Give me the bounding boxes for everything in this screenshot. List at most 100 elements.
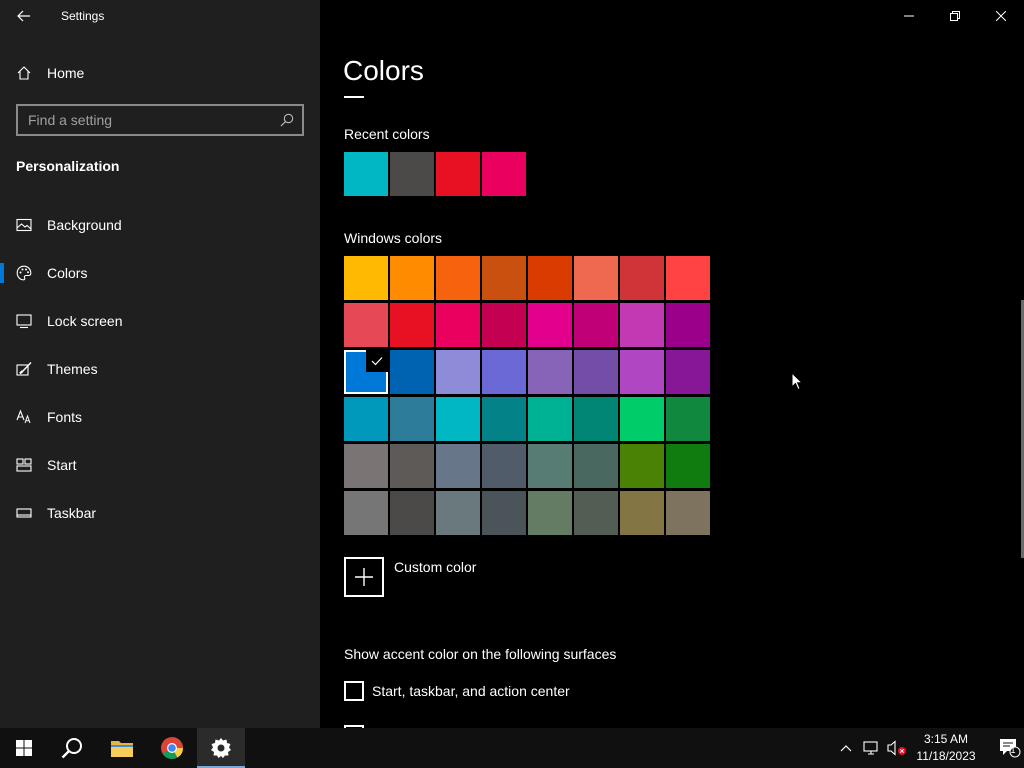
surface-option-start-taskbar[interactable]: Start, taskbar, and action center [344, 681, 570, 701]
windows-color-swatch[interactable] [436, 303, 480, 347]
restore-button[interactable] [932, 0, 978, 32]
sidebar-item-label: Lock screen [47, 313, 123, 329]
title-bar: Settings [0, 0, 320, 32]
sidebar-item-lock-screen[interactable]: Lock screen [0, 297, 320, 345]
settings-icon [211, 738, 231, 758]
sidebar-item-label: Colors [47, 265, 88, 281]
colors-page: Colors Recent colors Windows colors Cust… [320, 0, 1024, 728]
recent-color-swatch[interactable] [436, 152, 480, 196]
custom-color-label[interactable]: Custom color [394, 559, 476, 575]
search-icon[interactable] [280, 113, 294, 127]
windows-color-swatch[interactable] [390, 397, 434, 441]
windows-color-swatch[interactable] [436, 350, 480, 394]
chrome-button[interactable] [148, 728, 196, 768]
windows-color-swatch[interactable] [528, 444, 572, 488]
windows-color-swatch[interactable] [574, 444, 618, 488]
window-controls [886, 0, 1024, 32]
sidebar-item-colors[interactable]: Colors [0, 249, 320, 297]
windows-color-swatch[interactable] [390, 303, 434, 347]
windows-color-swatch[interactable] [390, 444, 434, 488]
volume-tray-button[interactable] [886, 728, 908, 768]
windows-color-swatch[interactable] [666, 491, 710, 535]
windows-color-swatch[interactable] [620, 491, 664, 535]
recent-color-swatch[interactable] [482, 152, 526, 196]
windows-color-swatch[interactable] [344, 397, 388, 441]
windows-color-swatch[interactable] [574, 491, 618, 535]
windows-color-swatch[interactable] [436, 256, 480, 300]
show-hidden-icons-button[interactable] [838, 728, 854, 768]
close-button[interactable] [978, 0, 1024, 32]
sidebar-item-taskbar[interactable]: Taskbar [0, 489, 320, 537]
windows-color-swatch[interactable] [620, 444, 664, 488]
close-icon [996, 11, 1006, 21]
windows-color-swatch[interactable] [482, 350, 526, 394]
windows-color-swatch[interactable] [620, 303, 664, 347]
windows-color-swatch[interactable] [390, 350, 434, 394]
windows-color-swatch[interactable] [390, 491, 434, 535]
clock-date: 11/18/2023 [916, 749, 976, 763]
windows-color-swatch[interactable] [666, 256, 710, 300]
windows-color-swatch[interactable] [436, 444, 480, 488]
windows-color-swatch[interactable] [344, 350, 388, 394]
windows-color-swatch[interactable] [620, 350, 664, 394]
windows-color-swatch[interactable] [344, 444, 388, 488]
windows-color-swatch[interactable] [482, 444, 526, 488]
windows-color-swatch[interactable] [482, 397, 526, 441]
recent-color-swatch[interactable] [344, 152, 388, 196]
windows-color-swatch[interactable] [344, 303, 388, 347]
windows-color-swatch[interactable] [666, 350, 710, 394]
sidebar-item-themes[interactable]: Themes [0, 345, 320, 393]
brush-icon [16, 362, 32, 376]
sidebar-item-fonts[interactable]: Fonts [0, 393, 320, 441]
windows-color-swatch[interactable] [666, 303, 710, 347]
windows-color-swatch[interactable] [574, 303, 618, 347]
search-taskbar-button[interactable] [48, 728, 96, 768]
clock-time: 3:15 AM [923, 732, 969, 746]
windows-color-swatch[interactable] [482, 491, 526, 535]
windows-color-swatch[interactable] [390, 256, 434, 300]
windows-logo-icon [16, 740, 32, 756]
back-arrow-icon [17, 10, 30, 22]
sidebar-item-label: Themes [47, 361, 98, 377]
section-title: Personalization [16, 158, 120, 174]
windows-color-swatch[interactable] [482, 256, 526, 300]
recent-color-swatch[interactable] [390, 152, 434, 196]
windows-color-swatch[interactable] [344, 491, 388, 535]
windows-color-swatch[interactable] [436, 491, 480, 535]
windows-color-swatch[interactable] [344, 256, 388, 300]
app-title: Settings [61, 9, 105, 23]
recent-colors-label: Recent colors [344, 126, 430, 142]
taskbar-clock[interactable]: 3:15 AM 11/18/2023 [912, 731, 980, 765]
windows-color-swatch[interactable] [528, 256, 572, 300]
windows-color-swatch[interactable] [482, 303, 526, 347]
windows-color-swatch[interactable] [574, 256, 618, 300]
start-button[interactable] [0, 728, 48, 768]
custom-color-button[interactable] [344, 557, 384, 597]
windows-color-swatch[interactable] [620, 397, 664, 441]
search-input[interactable] [18, 106, 302, 134]
file-explorer-button[interactable] [98, 728, 146, 768]
home-nav-item[interactable]: Home [0, 57, 320, 89]
start-taskbar-checkbox[interactable] [344, 681, 364, 701]
sidebar-item-start[interactable]: Start [0, 441, 320, 489]
search-box[interactable] [16, 104, 304, 136]
windows-color-swatch[interactable] [436, 397, 480, 441]
minimize-button[interactable] [886, 0, 932, 32]
windows-color-swatch[interactable] [574, 350, 618, 394]
windows-color-swatch[interactable] [666, 444, 710, 488]
network-tray-button[interactable] [862, 728, 882, 768]
windows-color-swatch[interactable] [666, 397, 710, 441]
windows-color-swatch[interactable] [620, 256, 664, 300]
windows-color-swatch[interactable] [528, 303, 572, 347]
back-button[interactable] [8, 0, 40, 32]
personalization-nav: Background Colors Lock screen Themes Fon… [0, 201, 320, 537]
lock-screen-icon [16, 314, 32, 329]
windows-color-swatch[interactable] [528, 397, 572, 441]
windows-color-swatch[interactable] [528, 491, 572, 535]
action-center-button[interactable]: 1 [996, 728, 1024, 768]
windows-color-swatch[interactable] [574, 397, 618, 441]
palette-icon [16, 265, 32, 281]
settings-taskbar-button[interactable] [197, 728, 245, 768]
windows-color-swatch[interactable] [528, 350, 572, 394]
sidebar-item-background[interactable]: Background [0, 201, 320, 249]
